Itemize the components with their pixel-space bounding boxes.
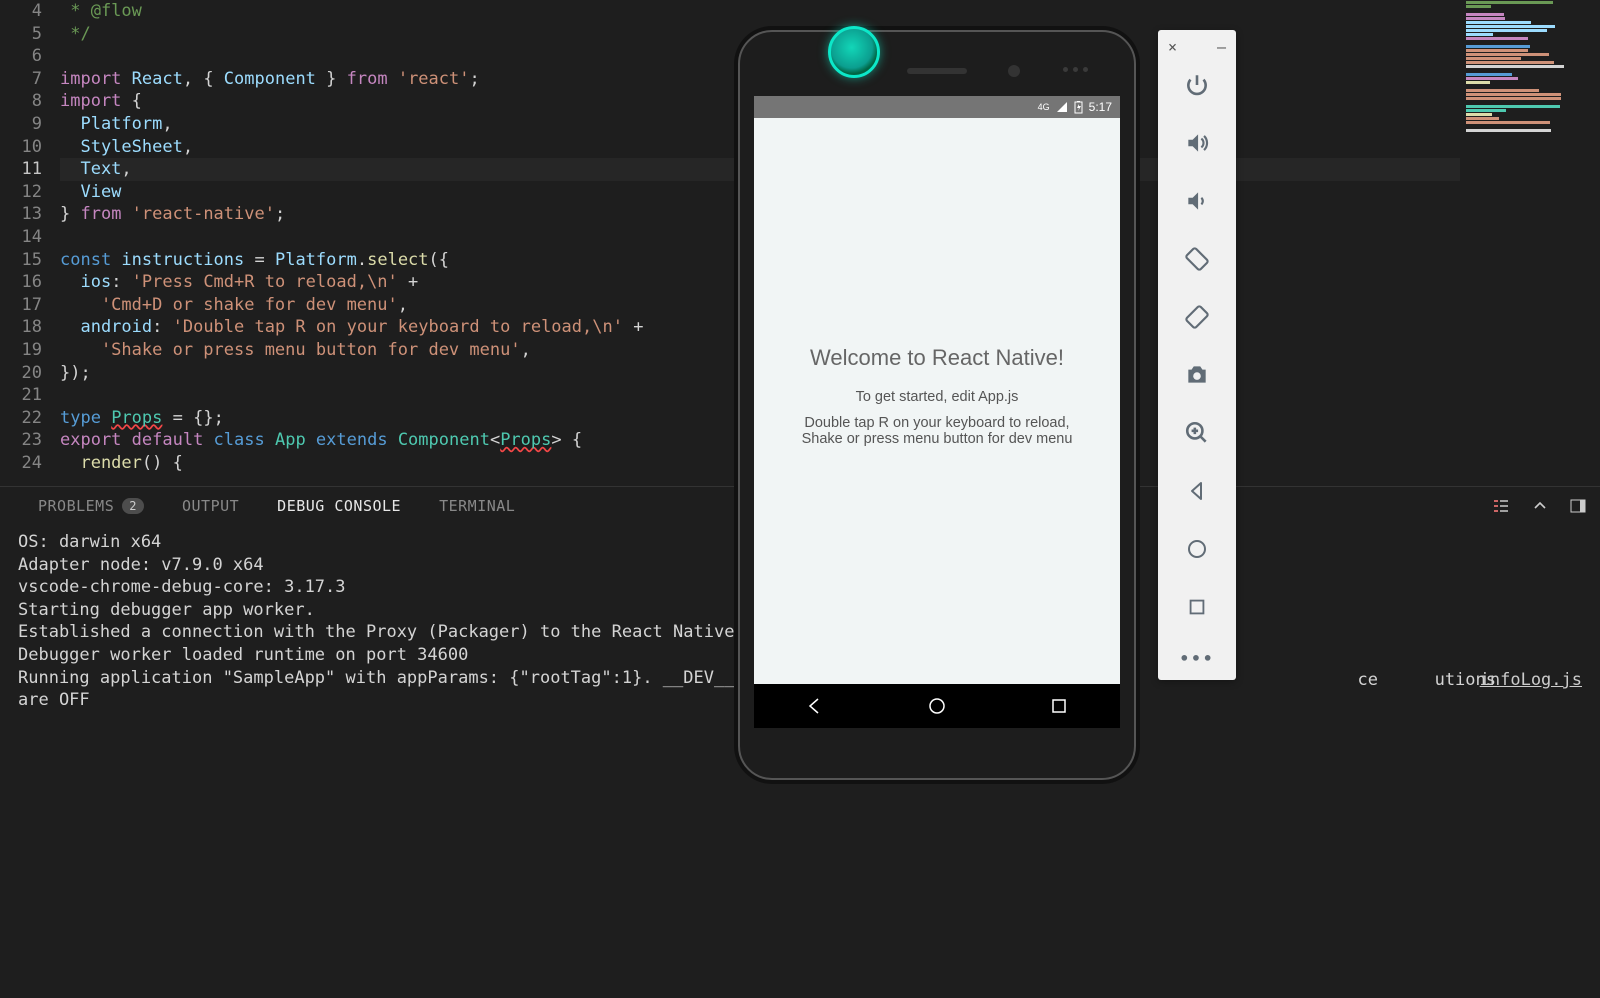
infolog-link[interactable]: infoLog.js bbox=[1480, 670, 1582, 690]
screenshot-icon[interactable] bbox=[1184, 362, 1210, 388]
debug-orb-icon[interactable] bbox=[828, 26, 880, 78]
tab-problems-label: PROBLEMS bbox=[38, 497, 114, 515]
clock: 5:17 bbox=[1089, 100, 1112, 114]
network-label: 4G bbox=[1038, 102, 1050, 112]
problems-count-badge: 2 bbox=[122, 498, 144, 514]
nav-home-button[interactable] bbox=[926, 695, 948, 717]
battery-icon bbox=[1074, 101, 1083, 114]
home-icon[interactable] bbox=[1184, 536, 1210, 562]
volume-down-icon[interactable] bbox=[1184, 188, 1210, 214]
app-content[interactable]: Welcome to React Native! To get started,… bbox=[754, 118, 1120, 684]
phone-screen[interactable]: 4G 5:17 Welcome to React Native! To get … bbox=[754, 96, 1120, 728]
rotate-left-icon[interactable] bbox=[1184, 246, 1210, 272]
tab-debug-console[interactable]: DEBUG CONSOLE bbox=[277, 497, 401, 515]
clear-console-icon[interactable] bbox=[1492, 497, 1510, 515]
collapse-panel-icon[interactable] bbox=[1532, 498, 1548, 514]
emulator-more-button[interactable]: ••• bbox=[1180, 649, 1215, 668]
back-icon[interactable] bbox=[1184, 478, 1210, 504]
nav-back-button[interactable] bbox=[804, 695, 826, 717]
zoom-icon[interactable] bbox=[1184, 420, 1210, 446]
emulator-close-button[interactable]: × bbox=[1168, 38, 1177, 56]
phone-frame: 4G 5:17 Welcome to React Native! To get … bbox=[738, 30, 1136, 780]
rotate-right-icon[interactable] bbox=[1184, 304, 1210, 330]
tab-output[interactable]: OUTPUT bbox=[182, 497, 239, 515]
volume-up-icon[interactable] bbox=[1184, 130, 1210, 156]
phone-sensor bbox=[1008, 65, 1020, 77]
phone-speaker bbox=[907, 68, 967, 74]
welcome-title: Welcome to React Native! bbox=[810, 345, 1064, 371]
minimap[interactable] bbox=[1460, 0, 1600, 486]
signal-icon bbox=[1056, 101, 1068, 113]
panel-layout-icon[interactable] bbox=[1570, 498, 1586, 514]
tab-problems[interactable]: PROBLEMS 2 bbox=[38, 497, 144, 515]
phone-dots bbox=[1063, 67, 1088, 72]
console-trail-text: ce bbox=[1358, 670, 1378, 690]
get-started-text: To get started, edit App.js bbox=[856, 389, 1019, 405]
android-nav-bar bbox=[754, 684, 1120, 728]
panel-actions bbox=[1492, 487, 1586, 525]
line-number-gutter: 456789101112131415161718192021222324 bbox=[0, 0, 60, 486]
nav-recent-button[interactable] bbox=[1048, 695, 1070, 717]
status-bar: 4G 5:17 bbox=[754, 96, 1120, 118]
tab-terminal[interactable]: TERMINAL bbox=[439, 497, 515, 515]
power-icon[interactable] bbox=[1184, 72, 1210, 98]
android-emulator: 4G 5:17 Welcome to React Native! To get … bbox=[738, 30, 1238, 810]
instructions-text: Double tap R on your keyboard to reload,… bbox=[802, 415, 1073, 447]
emulator-minimize-button[interactable]: — bbox=[1217, 38, 1226, 56]
emulator-toolbar: × — ••• bbox=[1158, 30, 1236, 680]
overview-icon[interactable] bbox=[1184, 594, 1210, 620]
